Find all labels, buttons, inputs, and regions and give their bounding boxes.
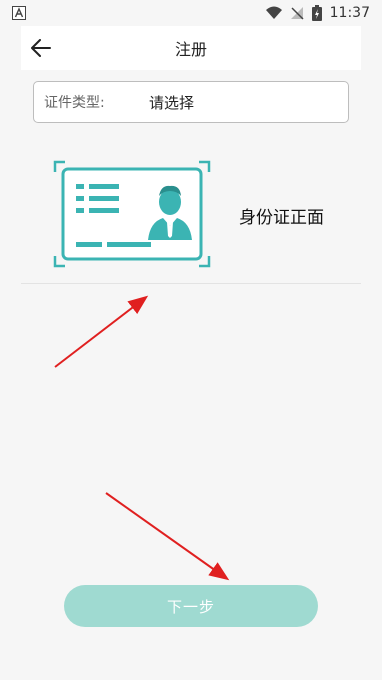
- id-type-select[interactable]: 证件类型: 请选择: [33, 81, 349, 123]
- back-button[interactable]: [27, 34, 55, 62]
- next-step-button[interactable]: 下一步: [64, 585, 318, 627]
- status-right: 11:37: [265, 5, 370, 21]
- id-card-front-icon: [53, 160, 211, 268]
- app-header: 注册: [21, 26, 361, 70]
- back-arrow-icon: [31, 39, 51, 57]
- id-card-front-label: 身份证正面: [239, 208, 324, 228]
- id-type-label: 证件类型:: [44, 95, 105, 111]
- status-left: [12, 6, 26, 20]
- page-title: 注册: [174, 40, 207, 59]
- divider: [21, 283, 361, 284]
- id-type-value: 请选择: [149, 93, 195, 112]
- status-time: 11:37: [329, 5, 370, 21]
- a-notification-icon: [12, 6, 26, 20]
- battery-charging-icon: [311, 5, 322, 21]
- wifi-icon: [265, 6, 282, 19]
- signal-off-icon: [290, 7, 304, 20]
- id-card-front-upload[interactable]: 身份证正面: [21, 145, 361, 283]
- status-bar: 11:37: [0, 0, 382, 26]
